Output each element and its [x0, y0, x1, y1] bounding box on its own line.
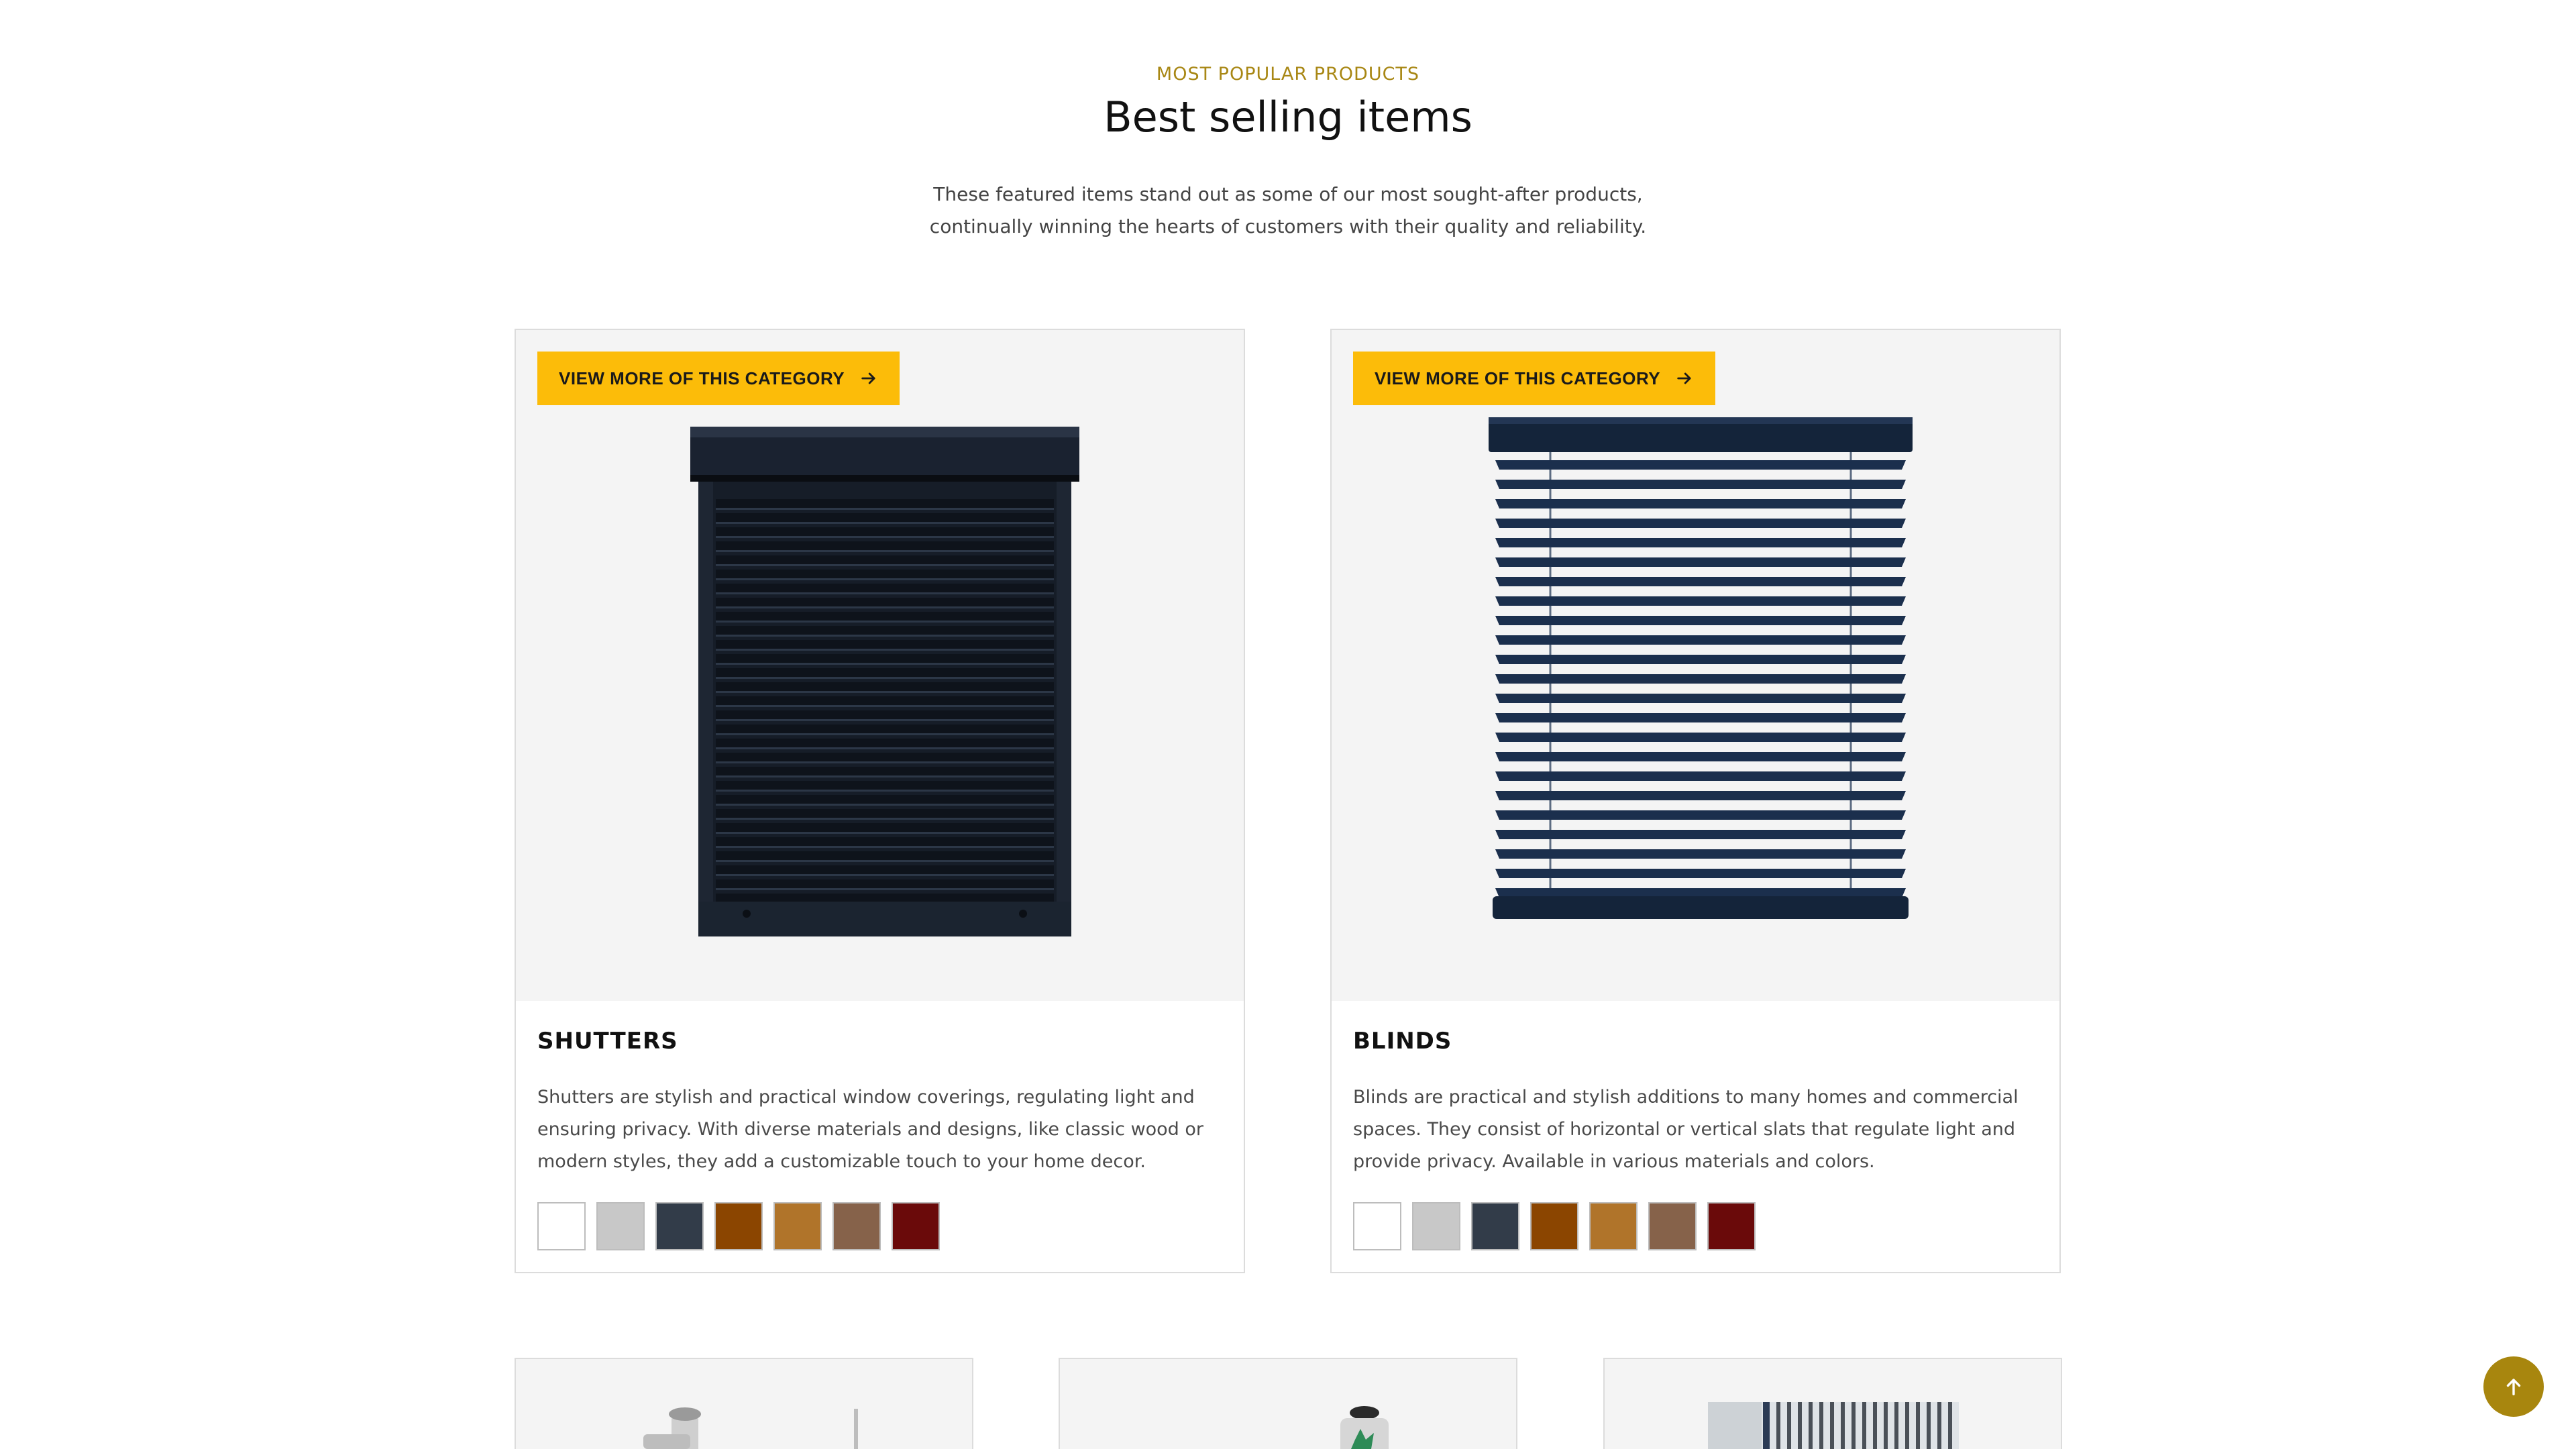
arrow-right-icon: [1677, 372, 1691, 384]
color-swatch-walnut[interactable]: [833, 1202, 881, 1250]
subtitle-line-2: continually winning the hearts of custom…: [929, 215, 1647, 237]
view-more-category-button[interactable]: VIEW MORE OF THIS CATEGORY: [1353, 352, 1716, 405]
arrow-up-icon: [2506, 1379, 2521, 1396]
venetian-blinds-image: [1489, 417, 1913, 919]
color-swatches: [537, 1202, 940, 1250]
product-media: VIEW MORE OF THIS CATEGORY: [1332, 330, 2059, 1001]
fence-panel-image: [1708, 1402, 1959, 1449]
color-swatch-anthracite[interactable]: [1471, 1202, 1519, 1250]
view-more-category-button[interactable]: VIEW MORE OF THIS CATEGORY: [537, 352, 900, 405]
product-description: Shutters are stylish and practical windo…: [537, 1087, 1204, 1172]
product-description: Blinds are practical and stylish additio…: [1353, 1087, 2019, 1172]
subtitle-line-1: These featured items stand out as some o…: [933, 183, 1643, 205]
arrow-right-icon: [861, 372, 875, 384]
product-title: BLINDS: [1353, 1028, 1452, 1055]
color-swatches: [1353, 1202, 1756, 1250]
product-card-partial-2[interactable]: [1059, 1358, 1517, 1449]
color-swatch-brown[interactable]: [1530, 1202, 1578, 1250]
section-eyebrow: MOST POPULAR PRODUCTS: [1156, 64, 1420, 85]
product-card-blinds: VIEW MORE OF THIS CATEGORY BLINDS Blinds…: [1330, 329, 2061, 1273]
product-title: SHUTTERS: [537, 1028, 678, 1055]
view-more-label: VIEW MORE OF THIS CATEGORY: [1375, 368, 1661, 388]
product-card-partial-1[interactable]: [515, 1358, 973, 1449]
color-swatch-golden-oak[interactable]: [1589, 1202, 1638, 1250]
color-swatch-dark-red[interactable]: [1707, 1202, 1756, 1250]
product-media: VIEW MORE OF THIS CATEGORY: [516, 330, 1244, 1001]
color-swatch-walnut[interactable]: [1648, 1202, 1697, 1250]
color-swatch-golden-oak[interactable]: [773, 1202, 822, 1250]
blind-slats: [1495, 460, 1906, 898]
roller-shutter-image: [690, 427, 1079, 936]
awning-arm-image: [643, 1407, 858, 1449]
section-subtitle: These featured items stand out as some o…: [872, 178, 1704, 243]
view-more-label: VIEW MORE OF THIS CATEGORY: [559, 368, 845, 388]
color-swatch-anthracite[interactable]: [655, 1202, 704, 1250]
color-swatch-white[interactable]: [537, 1202, 586, 1250]
color-swatch-white[interactable]: [1353, 1202, 1401, 1250]
section-title: Best selling items: [1104, 93, 1472, 142]
shutter-slats: [716, 499, 1054, 904]
color-swatch-light-grey[interactable]: [596, 1202, 645, 1250]
product-card-partial-3[interactable]: [1603, 1358, 2062, 1449]
product-card-shutters: VIEW MORE OF THIS CATEGORY SHUTTERS Shut…: [515, 329, 1245, 1273]
color-swatch-light-grey[interactable]: [1412, 1202, 1460, 1250]
color-swatch-brown[interactable]: [714, 1202, 763, 1250]
back-to-top-button[interactable]: [2483, 1356, 2544, 1417]
color-swatch-dark-red[interactable]: [892, 1202, 940, 1250]
motor-kit-image: [1340, 1406, 1389, 1449]
